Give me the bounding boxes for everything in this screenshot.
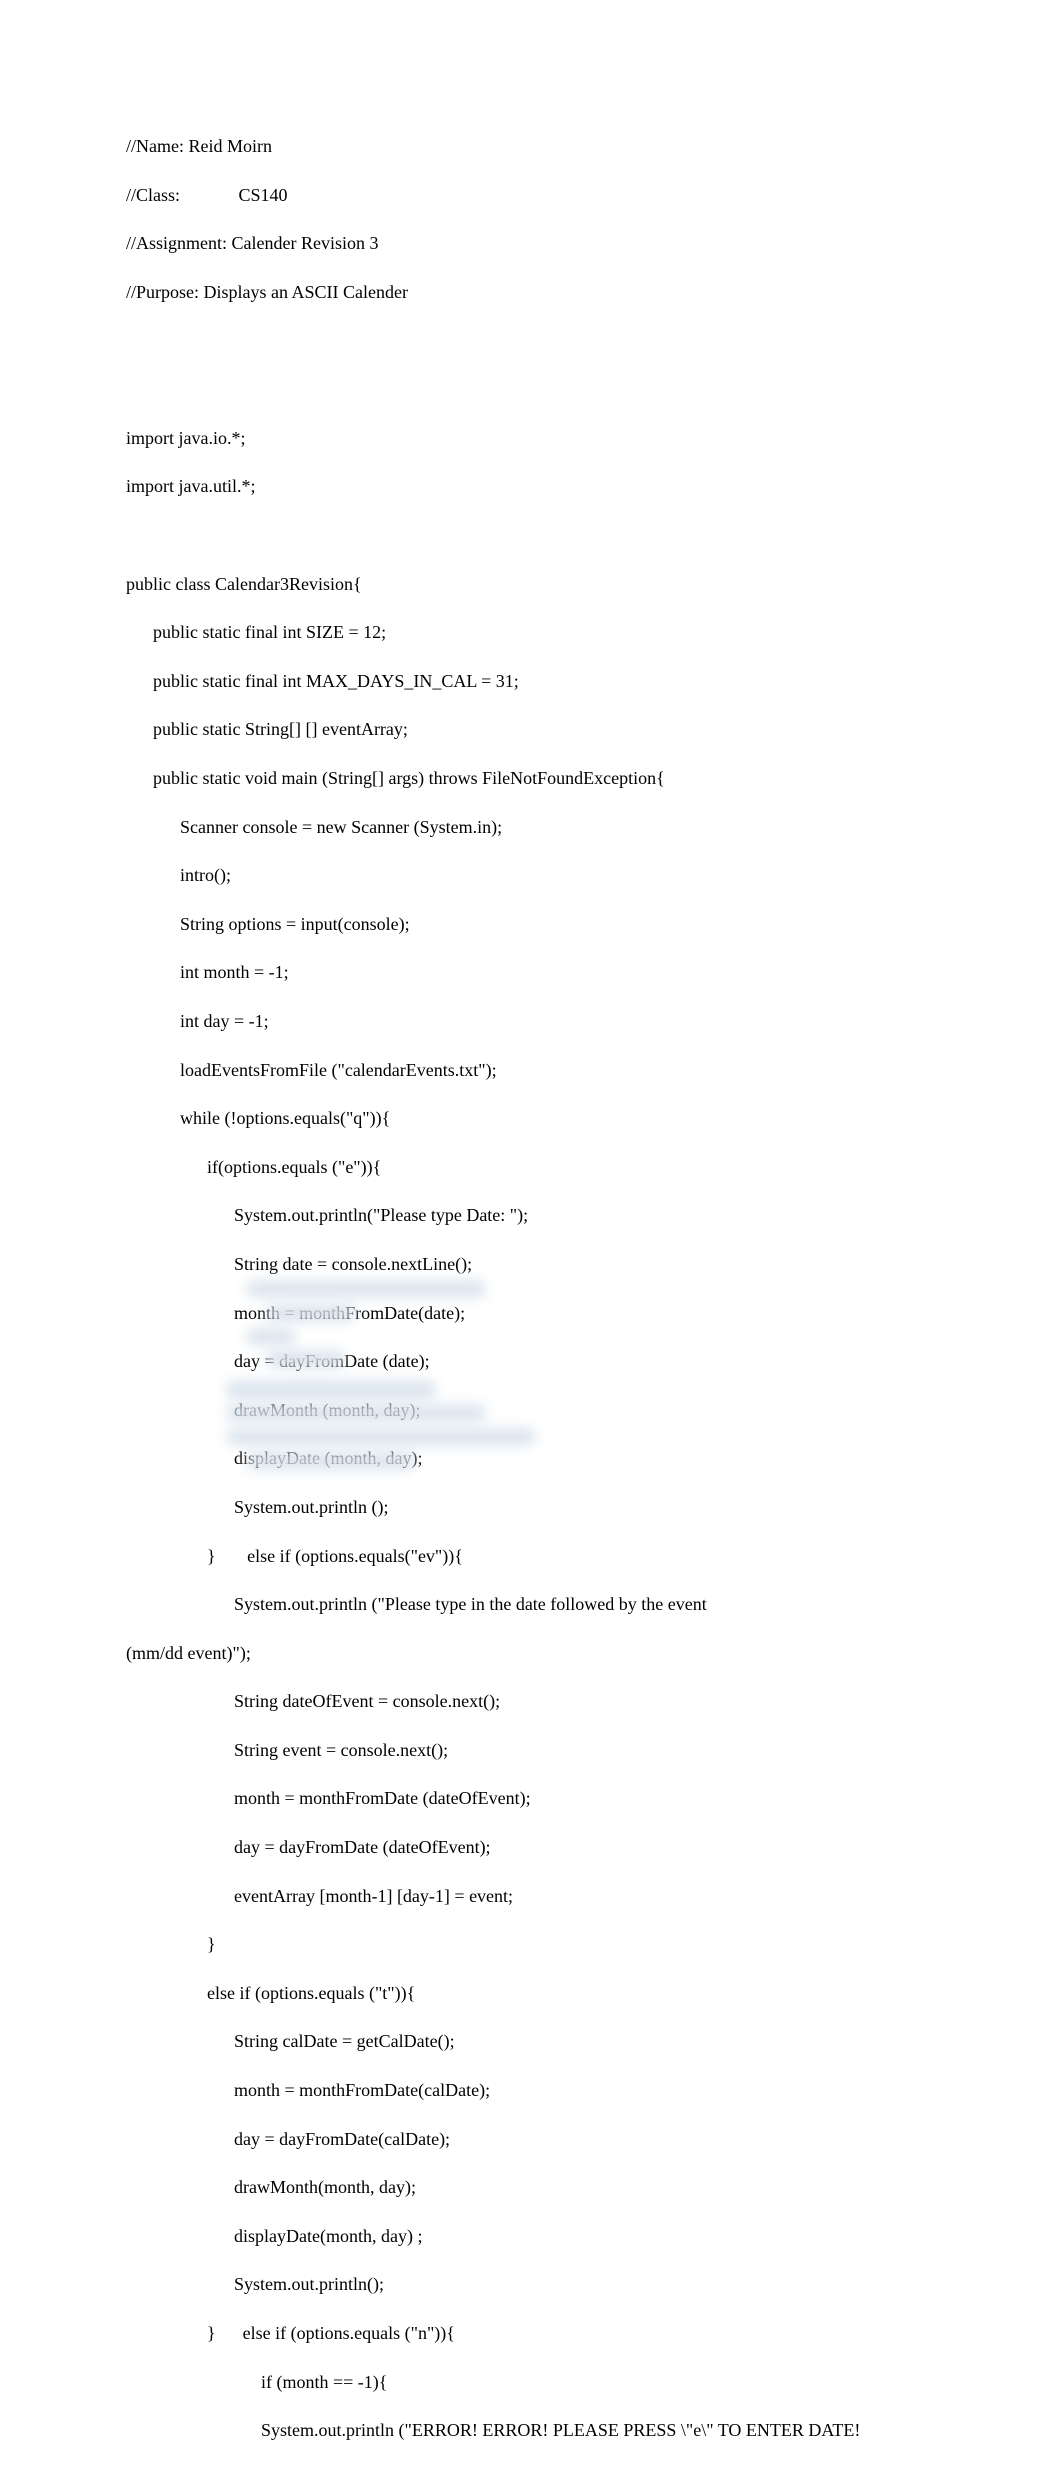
stmt-ev-arr: eventArray [month-1] [day-1] = event; (126, 1884, 936, 1908)
comment-name: //Name: Reid Moirn (126, 134, 936, 158)
comment-class: //Class: CS140 (126, 183, 936, 207)
stmt-ev-print-wrap: (mm/dd event)"); (126, 1641, 936, 1665)
stmt-elseif-ev: } else if (options.equals("ev")){ (126, 1544, 936, 1568)
stmt-e-day: day = dayFromDate (date); (126, 1349, 936, 1373)
stmt-t-caldate: String calDate = getCalDate(); (126, 2029, 936, 2053)
stmt-e-print: System.out.println("Please type Date: ")… (126, 1203, 936, 1227)
stmt-ev-close: } (126, 1932, 936, 1956)
stmt-ev-print: System.out.println ("Please type in the … (126, 1592, 936, 1616)
stmt-t-draw: drawMonth(month, day); (126, 2175, 936, 2199)
comment-assignment: //Assignment: Calender Revision 3 (126, 231, 936, 255)
import-io: import java.io.*; (126, 426, 936, 450)
stmt-e-println: System.out.println (); (126, 1495, 936, 1519)
stmt-t-display: displayDate(month, day) ; (126, 2224, 936, 2248)
stmt-ev-event: String event = console.next(); (126, 1738, 936, 1762)
stmt-n-if: if (month == -1){ (126, 2370, 936, 2394)
stmt-t-println: System.out.println(); (126, 2272, 936, 2296)
class-declaration: public class Calendar3Revision{ (126, 572, 936, 596)
const-maxdays: public static final int MAX_DAYS_IN_CAL … (126, 669, 936, 693)
stmt-t-day: day = dayFromDate(calDate); (126, 2127, 936, 2151)
stmt-ev-day: day = dayFromDate (dateOfEvent); (126, 1835, 936, 1859)
const-size: public static final int SIZE = 12; (126, 620, 936, 644)
import-util: import java.util.*; (126, 474, 936, 498)
stmt-ev-month: month = monthFromDate (dateOfEvent); (126, 1786, 936, 1810)
stmt-intro: intro(); (126, 863, 936, 887)
stmt-e-display: displayDate (month, day); (126, 1446, 936, 1470)
code-document: //Name: Reid Moirn //Class: CS140 //Assi… (0, 0, 1062, 2467)
stmt-e-date: String date = console.nextLine(); (126, 1252, 936, 1276)
stmt-options: String options = input(console); (126, 912, 936, 936)
stmt-load: loadEventsFromFile ("calendarEvents.txt"… (126, 1058, 936, 1082)
stmt-n-err: System.out.println ("ERROR! ERROR! PLEAS… (126, 2418, 936, 2442)
stmt-while: while (!options.equals("q")){ (126, 1106, 936, 1130)
stmt-e-draw: drawMonth (month, day); (126, 1398, 936, 1422)
main-declaration: public static void main (String[] args) … (126, 766, 936, 790)
stmt-elseif-n: } else if (options.equals ("n")){ (126, 2321, 936, 2345)
stmt-ev-dateof: String dateOfEvent = console.next(); (126, 1689, 936, 1713)
comment-purpose: //Purpose: Displays an ASCII Calender (126, 280, 936, 304)
stmt-day-init: int day = -1; (126, 1009, 936, 1033)
stmt-scanner: Scanner console = new Scanner (System.in… (126, 815, 936, 839)
stmt-if-e: if(options.equals ("e")){ (126, 1155, 936, 1179)
stmt-e-month: month = monthFromDate(date); (126, 1301, 936, 1325)
field-eventarray: public static String[] [] eventArray; (126, 717, 936, 741)
stmt-t-month: month = monthFromDate(calDate); (126, 2078, 936, 2102)
stmt-elseif-t: else if (options.equals ("t")){ (126, 1981, 936, 2005)
stmt-month-init: int month = -1; (126, 960, 936, 984)
